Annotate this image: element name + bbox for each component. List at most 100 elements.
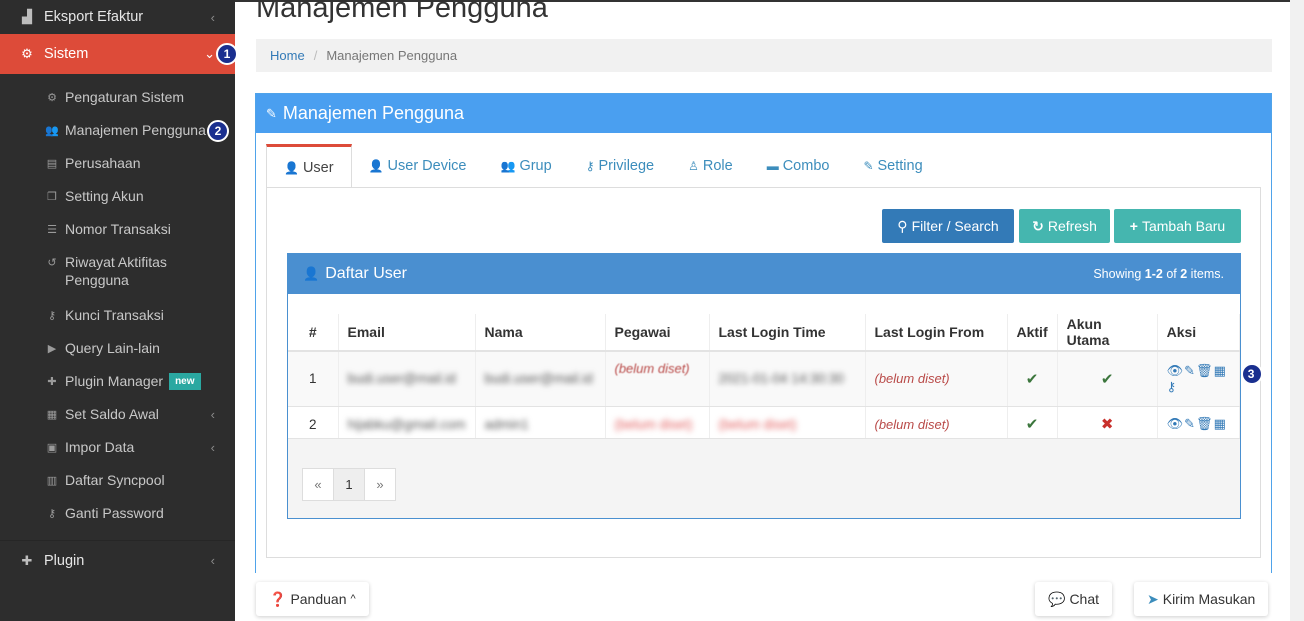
user-icon: 👤 (368, 159, 384, 173)
last-login-from-cell: (belum diset) (865, 351, 1008, 407)
panel-title: Manajemen Pengguna (282, 103, 465, 123)
user-list-header: 👤 Daftar User Showing 1-2 of 2 items. (288, 254, 1240, 294)
redacted-email: budi.user@mail.id (347, 371, 456, 387)
filter-search-button[interactable]: ⚲ Filter / Search (882, 209, 1014, 243)
sidebar-item-kunci-transaksi[interactable]: ⚷ Kunci Transaksi (0, 299, 235, 332)
user-icon: 👤 (303, 266, 320, 281)
sidebar-item-set-saldo-awal[interactable]: ▦ Set Saldo Awal ‹ (0, 398, 235, 431)
scrollbar[interactable] (1290, 0, 1304, 621)
sidebar-item-plugin-manager[interactable]: ✚ Plugin Manager new (0, 365, 235, 398)
column-header[interactable]: Aktif (1007, 314, 1058, 352)
redacted-name: budi.user@mail.id (484, 371, 593, 387)
row-number: 2 (288, 406, 339, 443)
view-icon[interactable]: 👁 (1167, 363, 1185, 378)
sidebar-item-daftar-syncpool[interactable]: ▥ Daftar Syncpool (0, 464, 235, 497)
tab-user[interactable]: 👤 User (266, 144, 352, 188)
step-badge: 2 (207, 120, 229, 142)
sidebar-item-riwayat-aktifitas[interactable]: ↺ Riwayat Aktifitas Pengguna (0, 246, 235, 299)
pagination-page[interactable]: 1 (333, 468, 365, 501)
edit-icon[interactable]: ✎ (1184, 416, 1196, 431)
summary-text: items. (1187, 267, 1224, 281)
sidebar-item-eksport-efaktur[interactable]: ▟ Eksport Efaktur ‹ (0, 0, 235, 34)
kirim-masukan-button[interactable]: ➤ Kirim Masukan (1134, 582, 1269, 616)
sidebar-item-nomor-transaksi[interactable]: ☰ Nomor Transaksi (0, 213, 235, 246)
sidebar-item-sistem[interactable]: ⚙ Sistem ⌄ 1 (0, 34, 238, 74)
key-icon[interactable]: ⚷ (1167, 379, 1178, 394)
column-header[interactable]: Last Login Time (709, 314, 866, 352)
user-list-box: 👤 Daftar User Showing 1-2 of 2 items. # … (287, 253, 1263, 519)
calculator-icon: ▦ (46, 409, 58, 421)
column-header[interactable]: Akun Utama (1057, 314, 1158, 352)
tab-combo[interactable]: ▬ Combo (750, 144, 847, 188)
column-header[interactable]: Nama (475, 314, 606, 352)
breadcrumb-home-link[interactable]: Home (270, 48, 305, 63)
sidebar-item-plugin[interactable]: ✚ Plugin ‹ (0, 540, 235, 580)
chevron-left-icon: ‹ (210, 553, 215, 568)
sidebar-item-label: Manajemen Pengguna (65, 122, 206, 138)
refresh-button[interactable]: ↻ Refresh (1019, 209, 1110, 243)
user-tie-icon: ♙ (688, 159, 699, 173)
users-icon: 👥 (45, 125, 59, 137)
tab-user-device[interactable]: 👤 User Device (352, 144, 484, 188)
chat-button[interactable]: 💬 Chat (1035, 582, 1113, 616)
sidebar-item-impor-data[interactable]: ▣ Impor Data ‹ (0, 431, 235, 464)
tab-label: User (302, 159, 334, 176)
calendar-icon: ▥ (46, 475, 58, 487)
column-header[interactable]: Email (338, 314, 476, 352)
email-cell: budi.user@mail.id (338, 351, 476, 407)
edit-icon[interactable]: ✎ (1184, 363, 1196, 378)
tab-privilege[interactable]: ⚷ Privilege (569, 144, 671, 188)
sidebar-item-label: Daftar Syncpool (65, 472, 165, 488)
sidebar-item-ganti-password[interactable]: ⚷ Ganti Password (0, 497, 235, 530)
users-icon: 👥 (500, 159, 516, 173)
puzzle-icon: ✚ (21, 552, 33, 568)
tab-label: Setting (877, 158, 923, 174)
add-new-button[interactable]: + Tambah Baru (1114, 209, 1241, 243)
redacted-email: hijabku@gmail.com (347, 416, 466, 432)
panduan-button[interactable]: ❓ Panduan ^ (256, 582, 369, 616)
chevron-down-icon: ⌄ (204, 46, 215, 61)
table-row: 2 hijabku@gmail.com admin1 (belum diset)… (288, 406, 1241, 443)
column-header[interactable]: Pegawai (605, 314, 710, 352)
last-login-time-cell: (belum diset) (709, 406, 866, 443)
button-label: Kirim Masukan (1162, 591, 1256, 607)
user-icon: 👤 (284, 160, 299, 175)
delete-icon[interactable]: 🗑 (1196, 363, 1214, 378)
sidebar-item-label: Nomor Transaksi (65, 221, 171, 237)
column-header[interactable]: # (288, 314, 339, 352)
column-header[interactable]: Last Login From (865, 314, 1008, 352)
tab-grup[interactable]: 👥 Grup (484, 144, 569, 188)
copy-icon: ❐ (47, 191, 57, 203)
button-label: Refresh (1047, 218, 1097, 234)
view-icon[interactable]: 👁 (1167, 416, 1185, 431)
sidebar-item-label: Riwayat Aktifitas Pengguna (65, 254, 167, 288)
summary-text: of (1162, 267, 1181, 281)
chevron-left-icon: ‹ (210, 440, 215, 455)
key-icon: ⚷ (47, 310, 57, 322)
akun-utama-check-icon: ✔ (1057, 351, 1158, 407)
page-title: Manajemen Pengguna (256, 0, 548, 24)
sidebar-item-pengaturan-sistem[interactable]: ⚙ Pengaturan Sistem (0, 81, 235, 114)
pagination-prev[interactable]: « (302, 468, 334, 501)
sidebar-item-perusahaan[interactable]: ▤ Perusahaan (0, 147, 235, 180)
new-badge: new (169, 373, 201, 390)
breadcrumb-current: Manajemen Pengguna (326, 48, 458, 63)
plus-icon: + (1129, 218, 1138, 234)
summary-range: 1-2 (1144, 267, 1163, 281)
tab-bar: 👤 User 👤 User Device 👥 Grup ⚷ Privilege ♙ Rol… (266, 144, 940, 188)
sidebar-item-query-lain[interactable]: ▶ Query Lain-lain (0, 332, 235, 365)
nama-cell: admin1 (475, 406, 606, 443)
tab-role[interactable]: ♙ Role (671, 144, 750, 188)
last-login-time-cell: 2021-01-04 14:30:30 (709, 351, 866, 407)
button-label: Filter / Search (911, 218, 999, 234)
sidebar-item-label: Set Saldo Awal (65, 406, 159, 422)
calculator-icon[interactable]: ▦ (1214, 363, 1227, 378)
chevron-left-icon: ‹ (210, 9, 215, 25)
tab-setting[interactable]: ✎ Setting (846, 144, 939, 188)
delete-icon[interactable]: 🗑 (1196, 416, 1214, 431)
sidebar-item-manajemen-pengguna[interactable]: 👥 Manajemen Pengguna 2 (0, 114, 235, 147)
pagination-next[interactable]: » (364, 468, 396, 501)
sidebar-item-setting-akun[interactable]: ❐ Setting Akun (0, 180, 235, 213)
building-icon: ▤ (46, 158, 58, 170)
calculator-icon[interactable]: ▦ (1214, 416, 1227, 431)
